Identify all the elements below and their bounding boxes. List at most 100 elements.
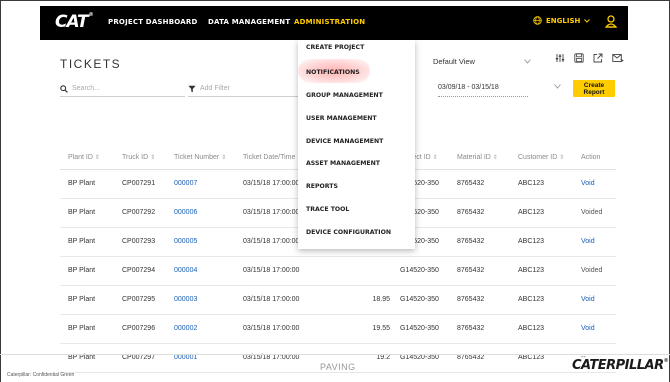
search-input[interactable]: Search... bbox=[60, 81, 185, 97]
col-header-ticket-number[interactable]: Ticket Number ⇕ bbox=[174, 154, 226, 161]
cell-customer-id: ABC123 bbox=[518, 209, 545, 216]
col-header-label: Truck ID bbox=[122, 154, 149, 161]
sliders-icon[interactable] bbox=[555, 53, 565, 63]
cell-customer-id: ABC123 bbox=[518, 354, 545, 361]
menu-item-notifications[interactable]: NOTIFICATIONS bbox=[298, 69, 415, 76]
col-header-label: Customer ID bbox=[518, 154, 558, 161]
administration-dropdown-menu: CREATE PROJECT NOTIFICATIONS GROUP MANAG… bbox=[298, 40, 415, 249]
cell-truck-id: CP007294 bbox=[122, 267, 156, 274]
col-header-ticket-datetime[interactable]: Ticket Date/Time bbox=[243, 154, 295, 161]
caterpillar-logo: CATERPILLAR® bbox=[572, 358, 669, 373]
col-header-customer-id[interactable]: Customer ID ⇕ bbox=[518, 154, 564, 161]
top-nav-bar: CAT® PROJECT DASHBOARD DATA MANAGEMENT A… bbox=[40, 6, 628, 40]
cat-logo-text: CAT bbox=[55, 12, 89, 32]
add-filter-input[interactable]: Add Filter bbox=[188, 81, 298, 97]
menu-item-group-management[interactable]: GROUP MANAGEMENT bbox=[298, 92, 415, 99]
col-header-label: Plant ID bbox=[68, 154, 93, 161]
cell-truck-id: CP007295 bbox=[122, 296, 156, 303]
toolbar-icons bbox=[555, 53, 624, 63]
cat-logo[interactable]: CAT® bbox=[55, 12, 94, 32]
cell-quantity: 19.2 bbox=[376, 354, 390, 361]
cell-material-id: 8765432 bbox=[457, 267, 485, 274]
cell-truck-id: CP007292 bbox=[122, 209, 156, 216]
cell-plant-id: BP Plant bbox=[68, 238, 96, 245]
cell-project-id: G14520-350 bbox=[400, 325, 439, 332]
cell-ticket-number[interactable]: 000002 bbox=[174, 325, 197, 332]
confidentiality-note: Caterpillar: Confidential Green bbox=[7, 372, 75, 378]
menu-item-reports[interactable]: REPORTS bbox=[298, 183, 415, 190]
globe-icon bbox=[533, 16, 542, 25]
menu-item-trace-tool[interactable]: TRACE TOOL bbox=[298, 206, 415, 213]
cell-plant-id: BP Plant bbox=[68, 296, 96, 303]
language-selector[interactable]: ENGLISH bbox=[533, 16, 591, 25]
nav-project-dashboard[interactable]: PROJECT DASHBOARD bbox=[108, 18, 197, 26]
cell-action: Voided bbox=[581, 267, 603, 274]
void-button[interactable]: Void bbox=[581, 325, 595, 332]
void-button[interactable]: Void bbox=[581, 180, 595, 187]
cell-quantity: 18.95 bbox=[372, 296, 390, 303]
menu-item-device-management[interactable]: DEVICE MANAGEMENT bbox=[298, 138, 415, 145]
cell-plant-id: BP Plant bbox=[68, 209, 96, 216]
cell-truck-id: CP007297 bbox=[122, 354, 156, 361]
cell-ticket-datetime: 03/15/18 17:00:00 bbox=[243, 267, 300, 274]
cell-project-id: G14520-350 bbox=[400, 354, 439, 361]
cell-action: Voided bbox=[581, 209, 603, 216]
save-icon[interactable] bbox=[574, 53, 584, 63]
chevron-down-icon bbox=[584, 18, 591, 23]
view-select[interactable]: Default View bbox=[432, 54, 532, 68]
chevron-down-icon bbox=[524, 58, 531, 64]
cell-ticket-number[interactable]: 000001 bbox=[174, 354, 197, 361]
cell-ticket-number[interactable]: 000006 bbox=[174, 209, 197, 216]
table-row: BP Plant CP007295 000003 03/15/18 17:00:00 1… bbox=[60, 286, 616, 315]
cell-material-id: 8765432 bbox=[457, 354, 485, 361]
cell-ticket-number[interactable]: 000003 bbox=[174, 296, 197, 303]
external-link-icon[interactable] bbox=[593, 53, 603, 63]
cell-customer-id: ABC123 bbox=[518, 180, 545, 187]
cell-plant-id: BP Plant bbox=[68, 180, 96, 187]
date-range-picker[interactable]: 03/09/18 - 03/15/18 bbox=[438, 81, 528, 97]
sort-icon: ⇕ bbox=[221, 155, 227, 161]
user-profile-button[interactable] bbox=[604, 15, 618, 33]
cell-ticket-number[interactable]: 000007 bbox=[174, 180, 197, 187]
search-icon bbox=[60, 84, 68, 93]
table-row: BP Plant CP007294 000004 03/15/18 17:00:00 G… bbox=[60, 257, 616, 286]
sort-icon: ⇕ bbox=[94, 155, 100, 161]
void-button[interactable]: Void bbox=[581, 238, 595, 245]
create-report-button[interactable]: Create Report bbox=[573, 80, 615, 97]
menu-item-device-configuration[interactable]: DEVICE CONFIGURATION bbox=[298, 229, 415, 236]
cell-ticket-datetime: 03/15/18 17:00:00 bbox=[243, 296, 300, 303]
menu-item-asset-management[interactable]: ASSET MANAGEMENT bbox=[298, 160, 415, 167]
filter-icon bbox=[188, 85, 196, 92]
table-row: BP Plant CP007296 000002 03/15/18 17:00:00 1… bbox=[60, 315, 616, 344]
menu-item-user-management[interactable]: USER MANAGEMENT bbox=[298, 115, 415, 122]
email-icon[interactable] bbox=[612, 53, 624, 63]
col-header-label: Ticket Date/Time bbox=[243, 154, 296, 161]
page-title: TICKETS bbox=[60, 57, 122, 71]
col-header-action: Action bbox=[581, 154, 601, 161]
cell-ticket-number[interactable]: 000004 bbox=[174, 267, 197, 274]
search-placeholder: Search... bbox=[72, 85, 101, 92]
col-header-plant-id[interactable]: Plant ID ⇕ bbox=[68, 154, 100, 161]
sort-icon: ⇕ bbox=[150, 155, 156, 161]
footer-divider bbox=[0, 354, 670, 355]
nav-administration[interactable]: ADMINISTRATION bbox=[294, 18, 365, 26]
cell-project-id: G14520-350 bbox=[400, 296, 439, 303]
frame-left-border bbox=[0, 0, 1, 382]
cell-ticket-number[interactable]: 000005 bbox=[174, 238, 197, 245]
col-header-truck-id[interactable]: Truck ID ⇕ bbox=[122, 154, 155, 161]
caterpillar-logo-text: CATERPILLAR bbox=[572, 358, 664, 373]
sort-icon: ⇕ bbox=[559, 155, 565, 161]
void-button[interactable]: Void bbox=[581, 296, 595, 303]
language-label: ENGLISH bbox=[546, 16, 581, 25]
col-header-material-id[interactable]: Material ID ⇕ bbox=[457, 154, 498, 161]
chevron-down-icon[interactable] bbox=[554, 84, 561, 89]
nav-data-management[interactable]: DATA MANAGEMENT bbox=[208, 18, 290, 26]
user-icon bbox=[604, 15, 618, 28]
cell-customer-id: ABC123 bbox=[518, 325, 545, 332]
cell-quantity: 19.55 bbox=[372, 325, 390, 332]
footer-center-label: PAVING bbox=[320, 362, 356, 372]
view-select-label: Default View bbox=[433, 56, 475, 66]
cell-material-id: 8765432 bbox=[457, 325, 485, 332]
menu-item-create-project[interactable]: CREATE PROJECT bbox=[298, 44, 415, 51]
cell-material-id: 8765432 bbox=[457, 209, 485, 216]
